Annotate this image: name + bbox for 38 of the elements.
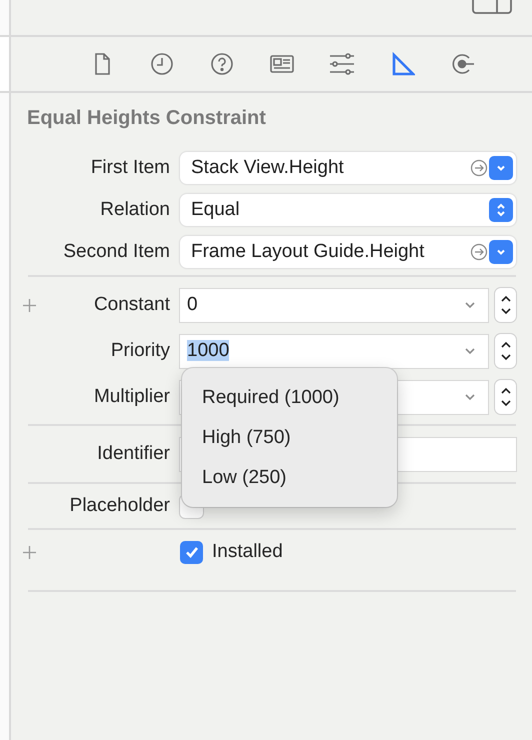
field-label: Second Item: [63, 240, 170, 264]
chevron-down-icon: [464, 347, 476, 355]
combo-field[interactable]: 0: [180, 288, 488, 322]
chevron-down-icon: [489, 240, 513, 264]
combo-field[interactable]: 1000: [180, 334, 488, 368]
field-label: Multiplier: [94, 384, 170, 409]
panel-toggle-icon[interactable]: [472, 0, 512, 14]
plus-icon[interactable]: [23, 298, 36, 312]
clock-icon[interactable]: [148, 51, 174, 77]
checkbox-control[interactable]: Installed: [180, 538, 283, 566]
section-title: Equal Heights Constraint: [26, 106, 267, 131]
arrow-circle-icon[interactable]: [470, 243, 488, 261]
field-value: 0: [187, 294, 198, 315]
field-label: Identifier: [97, 442, 170, 466]
arrow-circle-icon[interactable]: [470, 159, 488, 177]
chevron-down-icon: [464, 393, 476, 401]
chevron-down-icon: [464, 301, 476, 309]
stepper[interactable]: [495, 288, 516, 322]
chevron-down-icon: [489, 156, 513, 180]
field-label: Priority: [110, 338, 170, 363]
plus-icon[interactable]: [23, 546, 36, 558]
menu-item[interactable]: Required (1000): [202, 382, 377, 413]
stepper[interactable]: [495, 380, 516, 414]
updown-icon: [489, 198, 513, 222]
help-icon[interactable]: [208, 51, 234, 77]
field-value: 1000: [187, 340, 230, 361]
popup-field[interactable]: Frame Layout Guide.Height: [180, 236, 516, 268]
field-label: Constant: [94, 292, 170, 317]
stepper[interactable]: [495, 334, 516, 368]
popup-field[interactable]: Equal: [180, 194, 516, 226]
sliders-icon[interactable]: [328, 51, 354, 77]
field-label: Relation: [100, 198, 170, 222]
popup-field[interactable]: Stack View.Height: [180, 152, 516, 184]
field-label: First Item: [90, 156, 170, 180]
menu-item[interactable]: Low (250): [202, 462, 377, 493]
menu-item[interactable]: High (750): [202, 422, 377, 453]
field-label: Placeholder: [70, 494, 170, 518]
checkbox[interactable]: [180, 540, 203, 564]
